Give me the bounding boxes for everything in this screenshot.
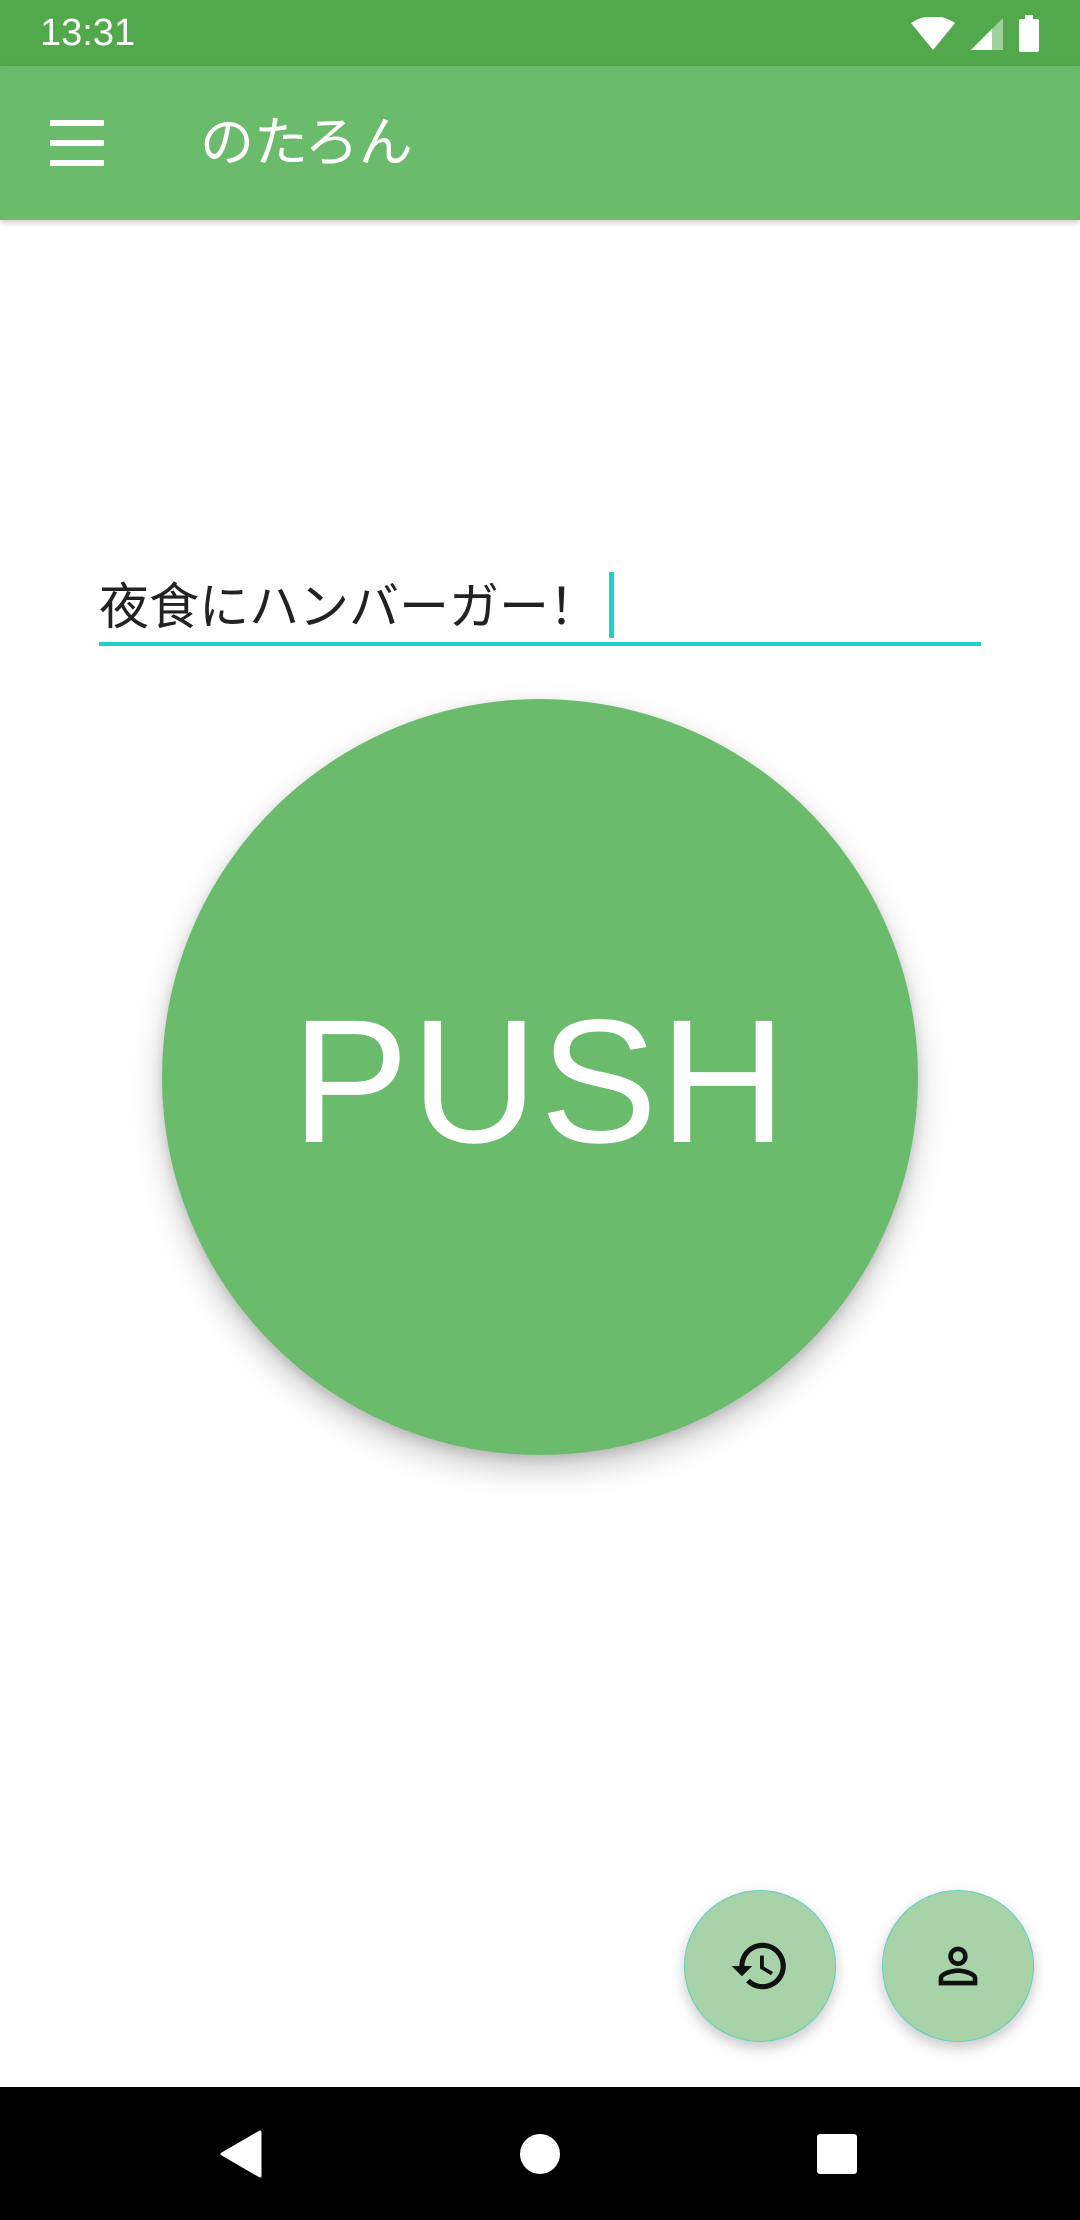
status-icons	[910, 14, 1040, 54]
profile-button[interactable]	[882, 1890, 1034, 2042]
screen: 13:31 のたろん 夜食にハンバーガー！ PUSH	[0, 0, 1080, 2220]
wifi-icon	[911, 17, 955, 50]
home-icon	[520, 2134, 560, 2174]
input-underline	[99, 642, 981, 646]
push-button[interactable]: PUSH	[162, 699, 918, 1455]
status-time: 13:31	[40, 12, 136, 54]
message-input[interactable]: 夜食にハンバーガー！	[99, 560, 981, 646]
recents-icon	[817, 2134, 857, 2174]
push-button-label: PUSH	[291, 984, 789, 1180]
battery-icon	[1019, 15, 1039, 52]
nav-home-button[interactable]	[505, 2119, 575, 2189]
status-bar: 13:31	[0, 0, 1080, 66]
cell-signal-icon	[971, 18, 1003, 50]
message-input-value[interactable]: 夜食にハンバーガー！	[99, 572, 614, 639]
message-text: 夜食にハンバーガー！	[99, 578, 599, 636]
navigation-bar	[0, 2087, 1080, 2220]
app-title: のたろん	[200, 111, 413, 174]
menu-icon[interactable]	[50, 120, 104, 166]
app-bar: のたろん	[0, 66, 1080, 220]
history-button[interactable]	[684, 1890, 836, 2042]
nav-back-button[interactable]	[205, 2119, 275, 2189]
person-icon	[938, 1946, 978, 1986]
text-caret	[609, 572, 614, 638]
nav-recents-button[interactable]	[802, 2119, 872, 2189]
back-icon	[220, 2130, 262, 2178]
history-icon	[731, 1942, 786, 1990]
